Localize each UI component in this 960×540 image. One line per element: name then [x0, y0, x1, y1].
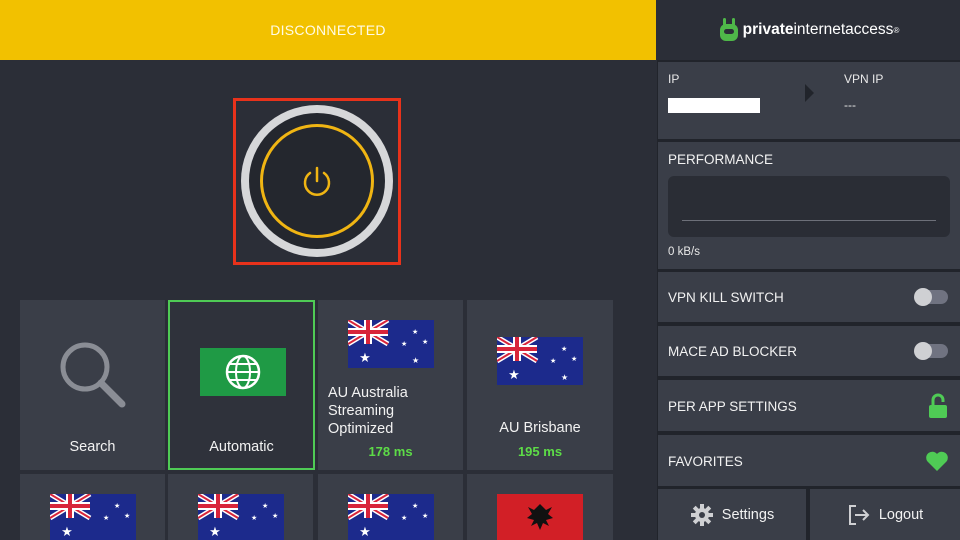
svg-text:★: ★	[359, 351, 371, 366]
australia-flag: ★ ★ ★ ★ ★	[497, 337, 583, 385]
australia-flag: ★ ★ ★ ★	[198, 494, 284, 540]
per-app-settings-label: PER APP SETTINGS	[668, 399, 797, 414]
svg-text:★: ★	[561, 373, 568, 382]
australia-flag: ★ ★ ★ ★	[348, 494, 434, 540]
vpn-ip-label: VPN IP	[844, 72, 884, 86]
search-tile[interactable]: Search	[20, 300, 165, 470]
logout-icon	[848, 504, 870, 525]
power-button-focus-frame	[233, 98, 401, 265]
lock-open-icon	[929, 393, 947, 418]
gear-icon	[690, 503, 713, 526]
mace-row[interactable]: MACE AD BLOCKER	[658, 326, 960, 376]
server-ping: 178 ms	[368, 444, 413, 459]
mace-label: MACE AD BLOCKER	[668, 344, 798, 359]
server-tile-label: AU Brisbane	[499, 420, 581, 436]
svg-text:★: ★	[571, 355, 577, 363]
toggle-knob	[914, 342, 932, 360]
kill-switch-toggle[interactable]	[914, 288, 948, 306]
svg-text:★: ★	[561, 345, 567, 353]
server-tile[interactable]: ★ ★ ★ ★	[168, 474, 313, 540]
svg-text:★: ★	[422, 338, 428, 346]
ip-value-redacted	[668, 98, 760, 113]
server-panel: DISCONNECTED Search Automatic ★ ★ ★ ★ ★ …	[0, 0, 656, 540]
per-app-settings-row[interactable]: PER APP SETTINGS	[658, 380, 960, 431]
search-tile-label: Search	[69, 439, 116, 455]
server-ping: 195 ms	[517, 444, 563, 459]
logout-button[interactable]: Logout	[810, 489, 960, 540]
performance-rate: 0 kB/s	[668, 246, 700, 258]
power-icon	[303, 166, 331, 196]
pia-logo-icon	[719, 18, 738, 41]
svg-text:★: ★	[401, 514, 407, 522]
mace-toggle[interactable]	[914, 342, 948, 360]
favorites-row[interactable]: FAVORITES	[658, 435, 960, 486]
search-icon	[60, 342, 126, 408]
albania-flag	[497, 494, 583, 540]
australia-flag: ★ ★ ★ ★ ★	[348, 320, 434, 368]
svg-text:★: ★	[412, 328, 418, 336]
server-tile-label: AU Australia Streaming Optimized	[328, 384, 408, 438]
performance-title: PERFORMANCE	[668, 152, 774, 167]
power-button-inner	[249, 113, 385, 249]
svg-text:★: ★	[401, 340, 407, 348]
server-tile-au-streaming[interactable]: ★ ★ ★ ★ ★ AU Australia Streaming Optimiz…	[318, 300, 463, 470]
svg-text:★: ★	[359, 525, 371, 540]
connection-status-bar: DISCONNECTED	[0, 0, 656, 60]
sidebar-panel: private internetaccess ® IP VPN IP --- PER…	[657, 0, 960, 540]
server-tile-label-line: Streaming	[328, 403, 395, 419]
svg-text:★: ★	[508, 368, 520, 383]
automatic-tile[interactable]: Automatic	[168, 300, 315, 470]
svg-text:★: ★	[262, 502, 268, 510]
server-tile-label-line: AU Australia	[328, 385, 408, 401]
automatic-tile-label: Automatic	[209, 439, 274, 455]
svg-text:★: ★	[550, 357, 556, 365]
automatic-flag	[200, 348, 286, 396]
kill-switch-row[interactable]: VPN KILL SWITCH	[658, 272, 960, 322]
svg-text:★: ★	[272, 512, 278, 520]
connection-status-text: DISCONNECTED	[270, 22, 386, 38]
svg-text:★: ★	[209, 525, 221, 540]
svg-text:★: ★	[251, 514, 257, 522]
ip-label: IP	[668, 72, 680, 86]
favorites-label: FAVORITES	[668, 454, 743, 469]
graph-baseline	[682, 220, 936, 221]
svg-text:★: ★	[422, 512, 428, 520]
vpn-ip-value: ---	[844, 98, 856, 112]
ip-info-card: IP VPN IP ---	[658, 62, 960, 139]
globe-icon	[225, 354, 261, 390]
svg-text:★: ★	[412, 502, 418, 510]
server-tile[interactable]: ★ ★ ★ ★	[20, 474, 165, 540]
performance-card: PERFORMANCE 0 kB/s	[658, 142, 960, 269]
server-tile-label-line: Optimized	[328, 421, 394, 437]
brand-header: private internetaccess ®	[657, 0, 960, 60]
svg-text:★: ★	[124, 512, 130, 520]
performance-graph	[668, 176, 950, 237]
heart-icon	[926, 451, 948, 471]
brand-name-bold: private	[742, 21, 794, 38]
brand-name-rest: internetaccess	[793, 21, 894, 38]
svg-text:★: ★	[103, 514, 109, 522]
kill-switch-label: VPN KILL SWITCH	[668, 290, 784, 305]
power-button[interactable]	[241, 105, 393, 257]
svg-text:★: ★	[61, 525, 73, 540]
settings-button-label: Settings	[721, 506, 775, 523]
toggle-knob	[914, 288, 932, 306]
settings-button[interactable]: Settings	[658, 489, 806, 540]
arrow-right-icon	[805, 84, 814, 102]
brand-registered: ®	[893, 25, 900, 35]
server-tile-au-brisbane[interactable]: ★ ★ ★ ★ ★ AU Brisbane 195 ms	[467, 300, 613, 470]
australia-flag: ★ ★ ★ ★	[50, 494, 136, 540]
svg-text:★: ★	[114, 502, 120, 510]
server-tile[interactable]	[467, 474, 613, 540]
server-tile[interactable]: ★ ★ ★ ★	[318, 474, 463, 540]
svg-text:★: ★	[412, 356, 419, 365]
logout-button-label: Logout	[878, 506, 924, 523]
